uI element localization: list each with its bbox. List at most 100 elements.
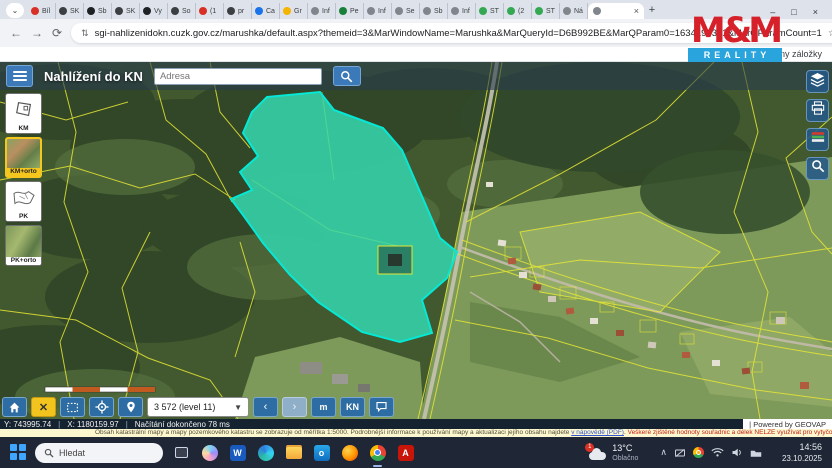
browser-tab[interactable]: (2 [504,3,532,19]
taskbar-app-outlook[interactable]: o [311,442,332,463]
taskbar-app-firefox[interactable] [339,442,360,463]
scale-level-dropdown[interactable]: 3 572 (level 11) ▼ [147,397,249,417]
notice-warning: Veškeré zjištěné hodnoty souřadnic a dél… [628,429,832,436]
history-forward-button[interactable]: › [282,397,307,417]
aerial-map-image[interactable] [0,62,832,419]
layer-button-km[interactable]: KM [5,93,42,134]
back-icon[interactable]: ← [10,26,22,40]
task-view-icon [175,447,188,458]
layer-button-label: KM [6,125,41,133]
browser-tab[interactable]: Pe [336,3,364,19]
taskbar-search[interactable]: Hledat [35,443,163,463]
volume-icon[interactable] [731,447,743,458]
layers-tool-button[interactable] [806,70,829,93]
rect-select-button[interactable] [60,397,85,417]
layer-button-pk[interactable]: PK [5,181,42,222]
browser-tab[interactable]: SK [112,3,140,19]
tab-label: Sb [434,8,443,15]
browser-tab[interactable]: Sb [420,3,448,19]
browser-tab[interactable]: Se [392,3,420,19]
home-button[interactable] [2,397,27,417]
browser-tab[interactable]: Ca [252,3,280,19]
browser-tab[interactable]: (1 [196,3,224,19]
pkorto-thumbnail-icon [6,226,41,257]
active-browser-tab[interactable]: × [588,3,644,19]
forward-icon[interactable]: → [31,26,43,40]
weather-widget[interactable]: 1 13°C Oblačno [589,444,638,462]
browser-tab[interactable]: Vy [140,3,168,19]
site-info-icon[interactable]: ⇅ [81,28,89,39]
taskbar-clock[interactable]: 14:56 23.10.2025 [782,443,822,463]
address-search-input[interactable] [154,68,322,85]
window-close-button[interactable]: × [813,7,818,17]
browser-tab[interactable]: So [168,3,196,19]
weather-temperature: 13°C [612,444,638,453]
new-tab-button[interactable]: + [644,2,660,18]
reload-icon[interactable]: ⟳ [52,26,62,40]
browser-tab[interactable]: Bíl [28,3,56,19]
bookmark-star-icon[interactable]: ☆ [828,28,832,39]
browser-tab[interactable]: ST [476,3,504,19]
taskbar-apps: Wo A [171,442,416,463]
taskbar-app-copilot[interactable] [199,442,220,463]
tab-label: (1 [210,8,216,15]
layer-button-label: PK+orto [6,257,41,265]
window-maximize-button[interactable]: □ [791,7,796,17]
taskbar-app-edge[interactable] [255,442,276,463]
tab-favicon [479,7,487,15]
browser-tab[interactable]: Inf [364,3,392,19]
tab-favicon [143,7,151,15]
zoom-tool-button[interactable] [806,157,829,180]
taskbar-app-task-view[interactable] [171,442,192,463]
browser-tab[interactable]: Inf [308,3,336,19]
browser-tab[interactable]: ST [532,3,560,19]
location-pin-button[interactable] [118,397,143,417]
browser-tab[interactable]: Sb [84,3,112,19]
map-viewport[interactable]: Nahlížení do KN KM KM+ortoPK PK+orto ✕ [0,62,832,419]
tab-favicon [593,7,601,15]
help-pdf-link[interactable]: v nápovědě (PDF) [571,429,624,436]
separator: | [58,420,60,429]
search-icon [340,70,353,83]
tab-label: Pe [350,8,359,15]
tab-favicon [31,7,39,15]
tab-search-chevron-icon[interactable]: ⌄ [6,3,24,18]
kn-info-button[interactable]: KN [340,397,365,417]
map-header-bar: Nahlížení do KN [0,62,832,90]
browser-tab[interactable]: Gr [280,3,308,19]
browser-tab[interactable]: Ná [560,3,588,19]
wifi-icon[interactable] [711,447,724,458]
tab-close-icon[interactable]: × [634,6,639,16]
search-button[interactable] [333,66,361,86]
layers-icon [810,72,825,92]
taskbar-app-explorer[interactable] [283,442,304,463]
browser-update-tray-icon[interactable] [693,447,704,458]
start-button[interactable] [10,444,27,461]
layer-button-pk-orto[interactable]: PK+orto [5,225,42,266]
layer-button-km-orto[interactable]: KM+orto [5,137,42,178]
notifications-off-icon[interactable] [674,447,686,459]
system-tray: ∧ [660,447,762,459]
legend-tool-button[interactable] [806,128,829,151]
print-tool-button[interactable] [806,99,829,122]
browser-tab[interactable]: Inf [448,3,476,19]
browser-tab[interactable]: SK [56,3,84,19]
search-icon [44,448,54,458]
map-status-bar: Y: 743995.74 | X: 1180159.97 | Načítání … [0,419,832,429]
comment-bubble-button[interactable] [369,397,394,417]
word-icon: W [230,445,246,461]
taskbar-app-word[interactable]: W [227,442,248,463]
close-query-button[interactable]: ✕ [31,397,56,417]
browser-tab[interactable]: pr [224,3,252,19]
taskbar-app-acrobat[interactable]: A [395,442,416,463]
home-icon [8,401,21,414]
speech-bubble-icon [375,401,388,413]
hamburger-menu-icon[interactable] [6,65,33,87]
touchpad-icon[interactable] [750,448,762,458]
measure-button[interactable]: m [311,397,336,417]
history-back-button[interactable]: ‹ [253,397,278,417]
center-target-button[interactable] [89,397,114,417]
tray-expand-chevron-icon[interactable]: ∧ [660,447,667,458]
taskbar-app-chrome[interactable] [367,442,388,463]
tab-label: Ná [574,8,583,15]
